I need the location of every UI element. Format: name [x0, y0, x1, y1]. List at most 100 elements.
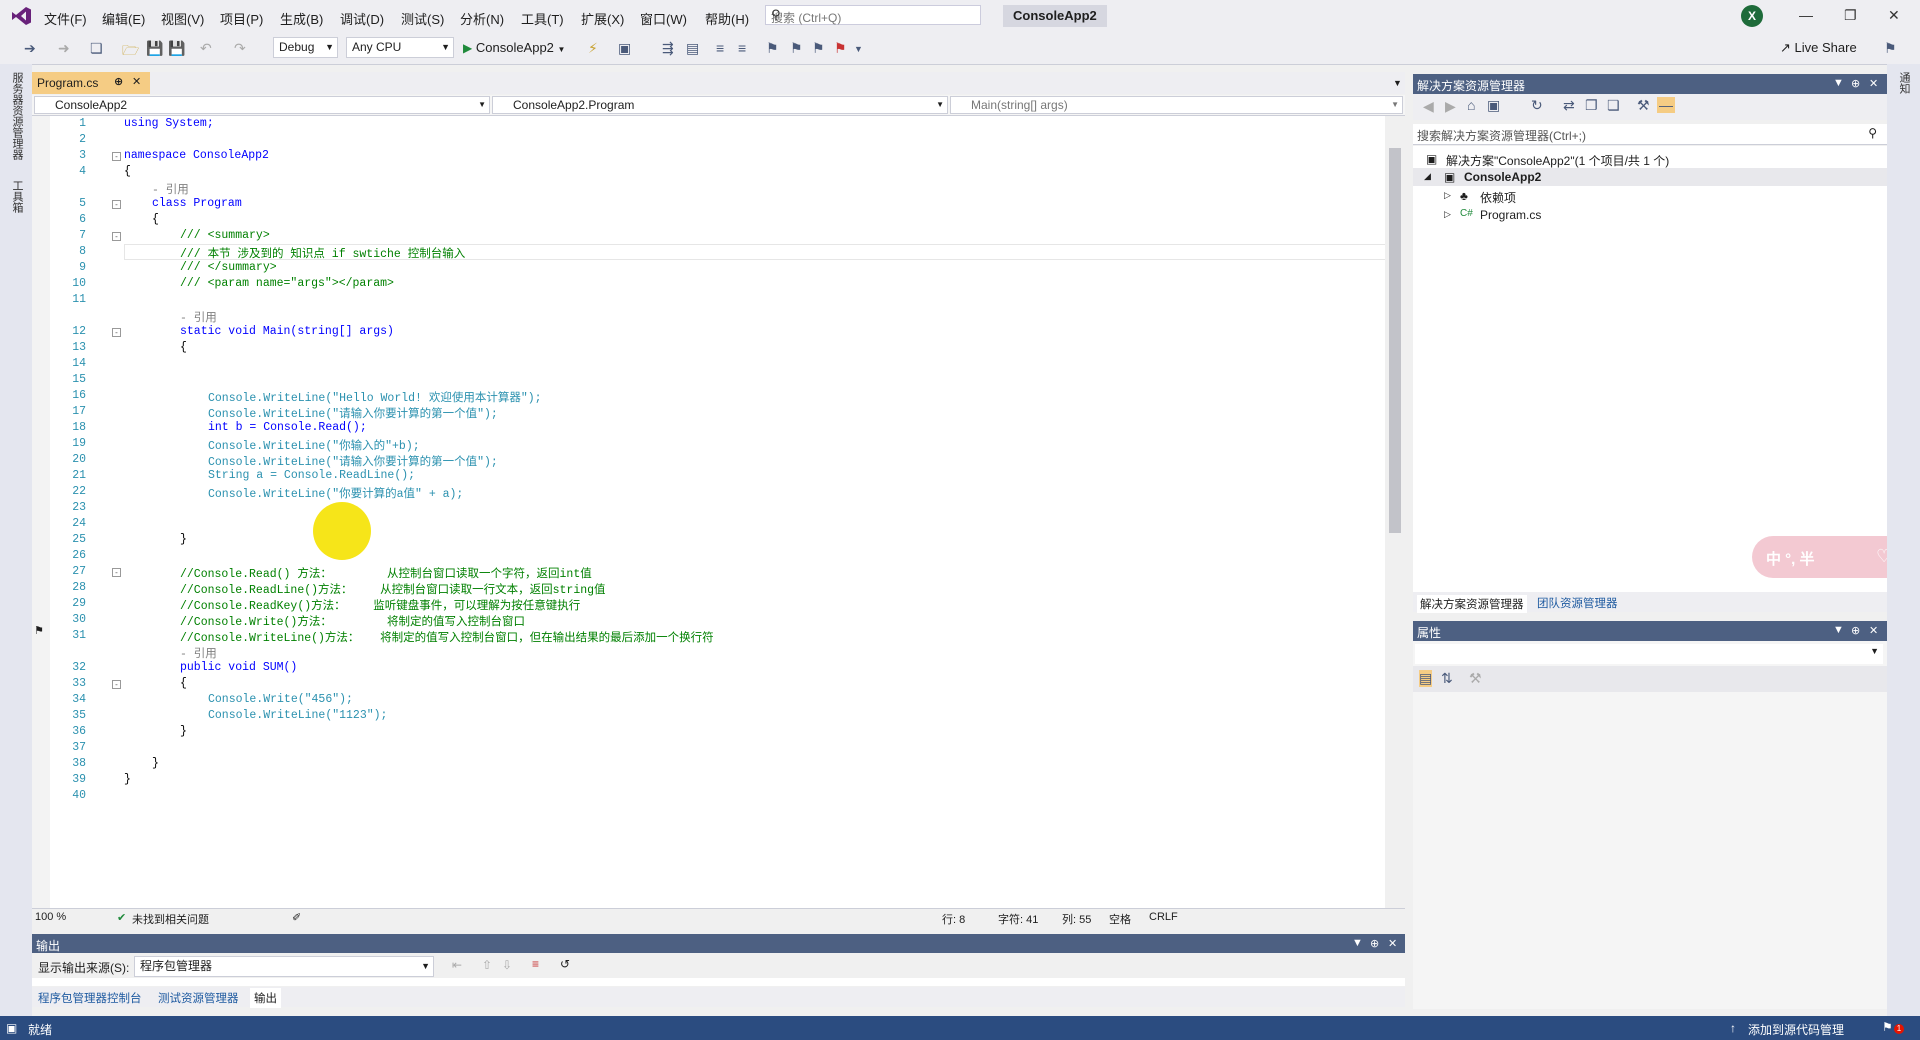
screenshot-icon[interactable]: ▣	[618, 40, 631, 57]
collapsed-icon[interactable]: ▷	[1444, 190, 1451, 201]
menu-test[interactable]: 测试(S)	[401, 9, 444, 28]
class-nav-select[interactable]: ConsoleApp2.Program ▼	[492, 96, 948, 114]
tab-team-explorer[interactable]: 团队资源管理器	[1537, 595, 1618, 611]
member-nav-select[interactable]: Main(string[] args) ▼	[950, 96, 1403, 114]
switch-views-icon[interactable]: ▣	[1487, 97, 1500, 114]
notification-bell-icon[interactable]: ⚑	[1882, 1020, 1893, 1034]
pin-icon[interactable]: ⊕	[1370, 937, 1379, 950]
back-icon[interactable]: ➔	[24, 40, 36, 57]
pin-icon[interactable]: ⊕	[1851, 624, 1860, 637]
search-input[interactable]: 搜索 (Ctrl+Q) ⚲	[765, 5, 981, 25]
collapse-all-icon[interactable]: ❐	[1585, 97, 1598, 114]
toolbar-options-icon[interactable]: ▼	[854, 44, 863, 54]
codelens-references[interactable]: - 引用	[180, 309, 217, 325]
menu-project[interactable]: 项目(P)	[220, 9, 263, 28]
comment-icon[interactable]: ≡	[716, 40, 724, 56]
dependencies-node[interactable]: 依赖项	[1480, 189, 1516, 206]
program-cs-node[interactable]: Program.cs	[1480, 208, 1541, 222]
window-position-icon[interactable]: ▼	[1833, 77, 1844, 89]
prev-message-icon[interactable]: ⇧	[482, 958, 492, 972]
server-explorer-tab[interactable]: 服务器资源管理器	[9, 72, 25, 160]
close-icon[interactable]: ✕	[1869, 624, 1878, 637]
window-position-icon[interactable]: ▼	[1833, 624, 1844, 636]
clear-all-icon[interactable]: ≡	[532, 957, 539, 971]
menu-analyze[interactable]: 分析(N)	[460, 9, 504, 28]
pin-icon[interactable]: ⊕	[114, 75, 123, 88]
redo-icon[interactable]: ↷	[234, 40, 246, 57]
collapse-outline-icon[interactable]: -	[112, 328, 121, 337]
collapse-outline-icon[interactable]: -	[112, 152, 121, 161]
next-message-icon[interactable]: ⇩	[502, 958, 512, 972]
forward-icon[interactable]: ➜	[58, 40, 70, 57]
history-icon[interactable]: ↻	[1531, 97, 1543, 114]
next-bookmark-icon[interactable]: ⚑	[812, 40, 825, 57]
close-icon[interactable]: ✕	[1869, 77, 1878, 90]
properties-object-select[interactable]: ▼	[1415, 644, 1883, 664]
collapse-outline-icon[interactable]: -	[112, 200, 121, 209]
close-icon[interactable]: ✕	[1888, 7, 1900, 24]
brush-icon[interactable]: ✐	[292, 911, 301, 924]
collapse-outline-icon[interactable]: -	[112, 680, 121, 689]
minimize-icon[interactable]: —	[1799, 7, 1813, 23]
format-icon[interactable]: ▤	[686, 40, 699, 57]
codelens-references[interactable]: - 引用	[152, 181, 189, 197]
tab-package-manager-console[interactable]: 程序包管理器控制台	[38, 990, 142, 1006]
preview-icon[interactable]: —	[1657, 97, 1675, 113]
back-icon[interactable]: ◀	[1423, 98, 1434, 115]
platform-select[interactable]: Any CPU ▼	[346, 37, 454, 58]
undo-icon[interactable]: ↶	[200, 40, 212, 57]
issues-status[interactable]: 未找到相关问题	[132, 911, 209, 927]
close-icon[interactable]: ✕	[1388, 937, 1397, 950]
output-content[interactable]	[32, 978, 1405, 986]
menu-extensions[interactable]: 扩展(X)	[581, 9, 624, 28]
live-share-button[interactable]: ↗ Live Share	[1780, 40, 1857, 56]
menu-file[interactable]: 文件(F)	[44, 9, 87, 28]
sync-icon[interactable]: ⇄	[1563, 97, 1575, 114]
properties-icon[interactable]: ⚒	[1637, 97, 1650, 114]
step-icon[interactable]: ⇶	[662, 40, 674, 57]
property-pages-icon[interactable]: ⚒	[1469, 670, 1482, 687]
save-icon[interactable]: 💾	[146, 40, 163, 57]
menu-debug[interactable]: 调试(D)	[340, 9, 384, 28]
solution-config-select[interactable]: Debug ▼	[273, 37, 338, 58]
restore-icon[interactable]: ❐	[1844, 7, 1857, 24]
close-icon[interactable]: ✕	[132, 75, 141, 88]
profile-avatar[interactable]: X	[1741, 5, 1763, 27]
menu-tools[interactable]: 工具(T)	[521, 9, 564, 28]
search-icon[interactable]: ⚲	[1868, 126, 1877, 140]
project-nav-select[interactable]: ConsoleApp2 ▼	[34, 96, 490, 114]
feedback-icon[interactable]: ⚑	[1884, 40, 1897, 57]
word-wrap-icon[interactable]: ↺	[560, 957, 570, 971]
clear-bookmarks-icon[interactable]: ⚑	[834, 40, 847, 57]
menu-view[interactable]: 视图(V)	[161, 9, 204, 28]
expanded-icon[interactable]: ◢	[1424, 171, 1431, 182]
prev-bookmark-icon[interactable]: ⚑	[790, 40, 803, 57]
bookmark-icon[interactable]: ⚑	[766, 40, 779, 57]
toolbox-tab[interactable]: 工具箱	[9, 180, 25, 213]
tab-program-cs[interactable]: Program.cs ⊕ ✕	[32, 72, 150, 94]
categorized-icon[interactable]: ▤	[1419, 670, 1433, 687]
menu-window[interactable]: 窗口(W)	[640, 9, 687, 28]
solution-explorer-search[interactable]: 搜索解决方案资源管理器(Ctrl+;) ⚲	[1413, 124, 1887, 145]
save-all-icon[interactable]: 💾	[168, 40, 185, 57]
menu-help[interactable]: 帮助(H)	[705, 9, 749, 28]
codelens-references[interactable]: - 引用	[180, 645, 217, 661]
collapse-outline-icon[interactable]: -	[112, 232, 121, 241]
uncomment-icon[interactable]: ≡	[738, 40, 746, 56]
tab-output[interactable]: 输出	[250, 988, 281, 1008]
alphabetical-icon[interactable]: ⇅	[1441, 670, 1453, 687]
find-message-icon[interactable]: ⇤	[452, 958, 462, 972]
tab-solution-explorer[interactable]: 解决方案资源管理器	[1417, 595, 1527, 613]
pin-icon[interactable]: ⊕	[1851, 77, 1860, 90]
menu-edit[interactable]: 编辑(E)	[102, 9, 145, 28]
hot-reload-icon[interactable]: ⚡	[588, 40, 598, 57]
collapsed-icon[interactable]: ▷	[1444, 209, 1451, 220]
tab-list-icon[interactable]: ▼	[1393, 78, 1402, 88]
solution-node[interactable]: 解决方案"ConsoleApp2"(1 个项目/共 1 个)	[1446, 152, 1669, 169]
tab-test-explorer[interactable]: 测试资源管理器	[158, 990, 239, 1006]
menu-build[interactable]: 生成(B)	[280, 9, 323, 28]
scrollbar-thumb[interactable]	[1389, 148, 1401, 533]
home-icon[interactable]: ⌂	[1467, 97, 1475, 113]
collapse-outline-icon[interactable]: -	[112, 568, 121, 577]
source-control-button[interactable]: 添加到源代码管理	[1748, 1021, 1844, 1038]
